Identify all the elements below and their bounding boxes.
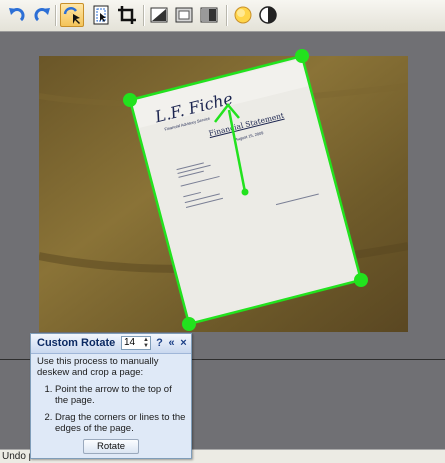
spinner-arrows-icon[interactable]: ▲ ▼ <box>143 337 149 349</box>
corner-handle-top-right[interactable] <box>295 49 309 63</box>
corner-handle-bottom-right[interactable] <box>354 273 368 287</box>
corner-handle-top-left[interactable] <box>123 93 137 107</box>
panel-steps: Point the arrow to the top of the page. … <box>37 384 187 434</box>
angle-spinner[interactable]: 14 ▲ ▼ <box>121 336 151 350</box>
rotate-button[interactable]: Rotate <box>83 439 139 454</box>
help-icon[interactable]: ? <box>154 337 165 349</box>
panel-title: Custom Rotate <box>37 337 116 349</box>
panel-step: Point the arrow to the top of the page. <box>55 384 187 406</box>
panel-header: Custom Rotate 14 ▲ ▼ ? « × <box>31 334 191 354</box>
panel-intro: Use this process to manually deskew and … <box>37 356 159 378</box>
arrow-pivot-handle[interactable] <box>241 188 249 196</box>
custom-rotate-panel: Custom Rotate 14 ▲ ▼ ? « × Use this proce… <box>30 333 192 459</box>
angle-value: 14 <box>124 337 136 348</box>
orientation-arrowhead <box>214 103 240 123</box>
panel-step: Drag the corners or lines to the edges o… <box>55 412 187 434</box>
orientation-arrow[interactable] <box>227 109 247 193</box>
close-icon[interactable]: × <box>178 337 189 349</box>
collapse-icon[interactable]: « <box>166 337 177 349</box>
panel-instructions: Use this process to manually deskew and … <box>37 356 187 440</box>
corner-handle-bottom-left[interactable] <box>182 317 196 331</box>
